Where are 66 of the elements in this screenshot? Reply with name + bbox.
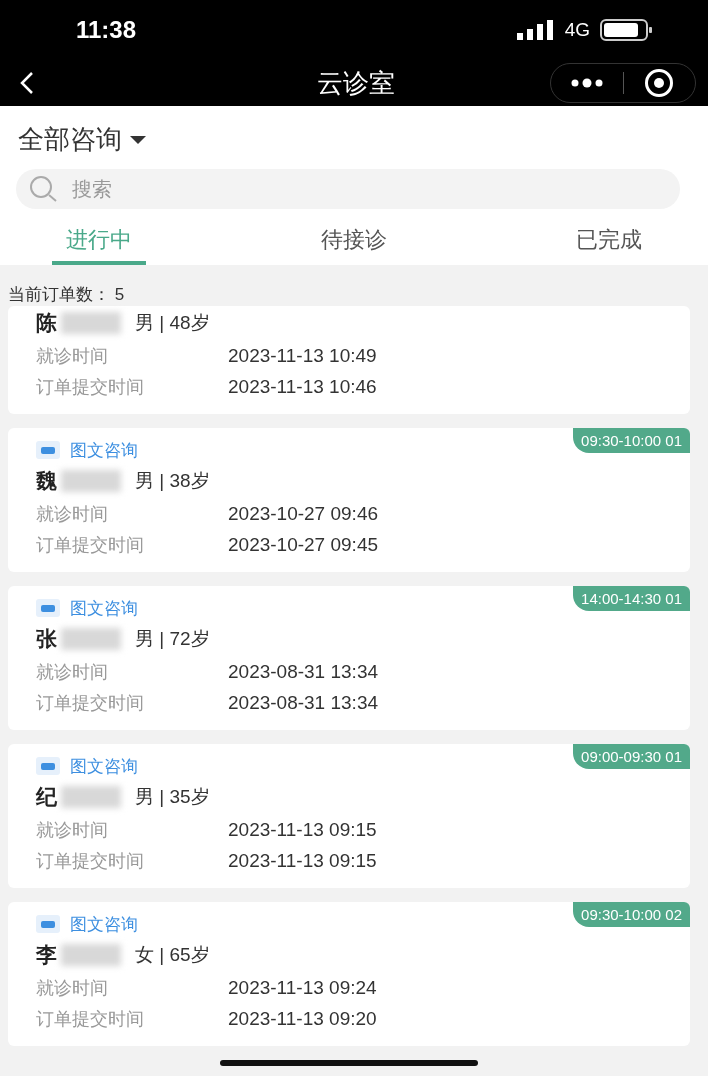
field-value: 2023-10-27 09:46 <box>228 502 378 525</box>
order-card[interactable]: 14:00-14:30 01 图文咨询 张 男 | 72岁 就诊时间 2023-08-31 13:34 订单提交时间 2023-08-31 13:34 <box>8 586 690 730</box>
field-value: 2023-11-13 09:24 <box>228 976 377 999</box>
field-value: 2023-11-13 09:20 <box>228 1007 377 1030</box>
field-value: 2023-08-31 13:34 <box>228 660 378 683</box>
field-value: 2023-10-27 09:45 <box>228 533 378 556</box>
field-value: 2023-11-13 09:15 <box>228 849 377 872</box>
order-count: 当前订单数： 5 <box>8 284 126 306</box>
chat-icon <box>36 757 60 775</box>
field-value: 2023-11-13 10:49 <box>228 344 377 367</box>
gender-age: 男 | 38岁 <box>135 469 210 493</box>
time-slot-badge: 14:00-14:30 01 <box>573 586 690 611</box>
consult-type: 图文咨询 <box>70 913 138 936</box>
chat-icon <box>36 599 60 617</box>
patient-name: 纪 <box>36 784 57 810</box>
order-card[interactable]: 09:30-10:00 01 图文咨询 魏 男 | 38岁 就诊时间 2023-10-27 09:46 订单提交时间 2023-10-27 09:45 <box>8 428 690 572</box>
gender-age: 男 | 48岁 <box>135 311 210 335</box>
field-label: 就诊时间 <box>36 502 109 526</box>
network-label: 4G <box>564 19 590 41</box>
blurred-name <box>61 628 121 650</box>
order-card[interactable]: 09:30-10:00 02 图文咨询 李 女 | 65岁 就诊时间 2023-11-13 09:24 订单提交时间 2023-11-13 09:20 <box>8 902 690 1046</box>
field-label: 订单提交时间 <box>36 849 145 873</box>
field-label: 就诊时间 <box>36 818 109 842</box>
field-label: 就诊时间 <box>36 344 109 368</box>
target-icon <box>644 68 675 98</box>
consult-type: 图文咨询 <box>70 755 138 778</box>
time-slot-badge: 09:00-09:30 01 <box>573 744 690 769</box>
field-label: 就诊时间 <box>36 660 109 684</box>
battery-icon <box>600 19 654 41</box>
patient-name: 张 <box>36 626 57 652</box>
chat-icon <box>36 441 60 459</box>
gender-age: 女 | 65岁 <box>135 943 210 967</box>
gender-age: 男 | 72岁 <box>135 627 210 651</box>
consult-type: 图文咨询 <box>70 439 138 462</box>
time-slot-badge: 09:30-10:00 02 <box>573 902 690 927</box>
signal-icon <box>516 20 555 40</box>
more-icon <box>569 78 604 88</box>
tab[interactable]: 待接诊 <box>307 221 401 265</box>
order-card[interactable]: 09:00-09:30 01 图文咨询 纪 男 | 35岁 就诊时间 2023-11-13 09:15 订单提交时间 2023-11-13 09:15 <box>8 744 690 888</box>
filter-dropdown[interactable]: 全部咨询 <box>0 118 164 161</box>
blurred-name <box>61 312 121 334</box>
chat-icon <box>36 915 60 933</box>
status-time: 11:38 <box>76 16 137 44</box>
caret-icon <box>130 134 146 145</box>
time-slot-badge: 09:30-10:00 01 <box>573 428 690 453</box>
gender-age: 男 | 35岁 <box>135 785 210 809</box>
patient-name: 李 <box>36 942 57 968</box>
field-label: 订单提交时间 <box>36 1007 145 1031</box>
blurred-name <box>61 944 121 966</box>
consult-type: 图文咨询 <box>70 597 138 620</box>
page-title: 云诊室 <box>317 66 395 100</box>
back-icon <box>20 71 34 95</box>
patient-name: 魏 <box>36 468 57 494</box>
field-label: 订单提交时间 <box>36 691 145 715</box>
patient-name: 陈 <box>36 310 57 336</box>
search-field[interactable]: 搜索 <box>16 169 680 209</box>
blurred-name <box>61 786 121 808</box>
order-card[interactable]: 陈 男 | 48岁 就诊时间 2023-11-13 10:49 订单提交时间 2023-11-13 10:46 <box>8 306 690 414</box>
field-label: 订单提交时间 <box>36 375 145 399</box>
field-value: 2023-11-13 09:15 <box>228 818 377 841</box>
field-value: 2023-11-13 10:46 <box>228 375 377 398</box>
field-value: 2023-08-31 13:34 <box>228 691 378 714</box>
field-label: 就诊时间 <box>36 976 109 1000</box>
blurred-name <box>61 470 121 492</box>
tab[interactable]: 已完成 <box>562 221 656 265</box>
field-label: 订单提交时间 <box>36 533 145 557</box>
